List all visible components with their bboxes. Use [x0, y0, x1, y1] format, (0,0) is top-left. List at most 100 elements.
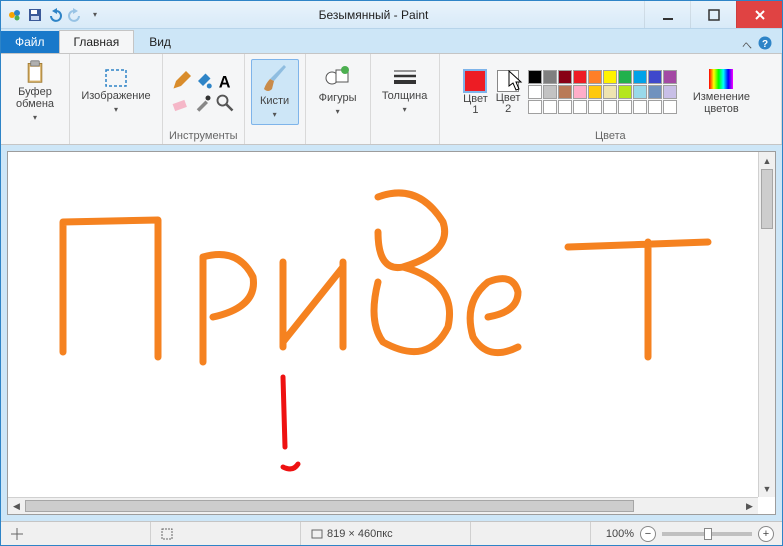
paint-window: ▾ Безымянный - Paint Файл Главная Вид へ …	[0, 0, 783, 546]
canvas-area: ▲ ▼ ◀ ▶	[1, 145, 782, 521]
palette-swatch[interactable]	[633, 70, 647, 84]
palette-swatch[interactable]	[588, 70, 602, 84]
scroll-down-icon[interactable]: ▼	[759, 480, 775, 497]
slider-knob[interactable]	[704, 528, 712, 540]
palette-swatch[interactable]	[603, 85, 617, 99]
group-clipboard: Буфер обмена ▾	[1, 54, 70, 144]
palette-swatch[interactable]	[603, 100, 617, 114]
palette-swatch[interactable]	[663, 85, 677, 99]
color1-button[interactable]: Цвет 1	[463, 69, 488, 116]
color2-button[interactable]: Цвет 2	[496, 70, 521, 115]
redo-icon[interactable]	[67, 7, 83, 23]
group-brushes: Кисти ▾	[245, 54, 306, 144]
chevron-down-icon: ▾	[336, 106, 340, 118]
color-picker-icon[interactable]	[193, 93, 213, 113]
colors-group-label: Цвета	[446, 128, 775, 144]
palette-swatch[interactable]	[618, 100, 632, 114]
qat-dropdown-icon[interactable]: ▾	[87, 7, 103, 23]
palette-swatch[interactable]	[663, 70, 677, 84]
collapse-ribbon-icon[interactable]: へ	[742, 37, 752, 52]
minimize-button[interactable]	[644, 1, 690, 28]
eraser-icon[interactable]	[171, 93, 191, 113]
color-palette	[528, 70, 677, 114]
scroll-up-icon[interactable]: ▲	[759, 152, 775, 169]
scroll-thumb[interactable]	[761, 169, 773, 229]
size-label: Толщина	[382, 90, 428, 102]
horizontal-scrollbar[interactable]: ◀ ▶	[8, 497, 758, 514]
maximize-button[interactable]	[690, 1, 736, 28]
scroll-right-icon[interactable]: ▶	[741, 498, 758, 514]
palette-swatch[interactable]	[633, 85, 647, 99]
zoom-slider[interactable]	[662, 532, 752, 536]
fill-icon[interactable]	[193, 71, 213, 91]
edit-colors-button[interactable]: Изменение цветов	[685, 59, 757, 125]
group-shapes: Фигуры ▾	[306, 54, 371, 144]
chevron-down-icon: ▾	[33, 112, 37, 124]
palette-swatch[interactable]	[648, 85, 662, 99]
color2-swatch	[497, 70, 519, 92]
close-button[interactable]	[736, 1, 782, 28]
palette-swatch[interactable]	[633, 100, 647, 114]
palette-swatch[interactable]	[528, 85, 542, 99]
palette-swatch[interactable]	[648, 70, 662, 84]
chevron-down-icon: ▾	[273, 109, 277, 121]
user-drawing	[8, 152, 748, 482]
statusbar: 819 × 460пкс 100% − +	[1, 521, 782, 545]
paste-button[interactable]: Буфер обмена ▾	[7, 59, 63, 125]
app-icon	[7, 7, 23, 23]
palette-swatch[interactable]	[558, 70, 572, 84]
palette-swatch[interactable]	[558, 100, 572, 114]
palette-swatch[interactable]	[558, 85, 572, 99]
text-icon[interactable]: A	[215, 71, 235, 91]
save-icon[interactable]	[27, 7, 43, 23]
color1-label: Цвет 1	[463, 94, 488, 116]
palette-swatch[interactable]	[528, 100, 542, 114]
palette-swatch[interactable]	[573, 70, 587, 84]
undo-icon[interactable]	[47, 7, 63, 23]
window-title: Безымянный - Paint	[103, 8, 644, 22]
svg-text:A: A	[219, 73, 231, 91]
chevron-down-icon: ▾	[403, 104, 407, 116]
palette-swatch[interactable]	[618, 85, 632, 99]
zoom-out-button[interactable]: −	[640, 526, 656, 542]
palette-swatch[interactable]	[543, 100, 557, 114]
scroll-thumb[interactable]	[25, 500, 634, 512]
tab-view[interactable]: Вид	[134, 30, 186, 53]
palette-swatch[interactable]	[588, 85, 602, 99]
palette-swatch[interactable]	[648, 100, 662, 114]
ribbon: Буфер обмена ▾ Изображение ▾	[1, 53, 782, 145]
shapes-button[interactable]: Фигуры ▾	[312, 59, 364, 125]
brushes-label: Кисти	[260, 95, 289, 107]
group-image: Изображение ▾	[70, 54, 163, 144]
help-icon[interactable]: ?	[758, 36, 772, 53]
brushes-button[interactable]: Кисти ▾	[251, 59, 299, 125]
status-dimensions: 819 × 460пкс	[301, 522, 471, 545]
svg-text:?: ?	[762, 39, 768, 50]
tab-home[interactable]: Главная	[59, 30, 135, 53]
palette-swatch[interactable]	[588, 100, 602, 114]
paste-label: Буфер обмена	[16, 86, 54, 110]
palette-swatch[interactable]	[618, 70, 632, 84]
pencil-icon[interactable]	[171, 71, 191, 91]
chevron-down-icon: ▾	[114, 104, 118, 116]
dimensions-label: 819 × 460пкс	[327, 528, 393, 540]
quick-access-toolbar: ▾	[1, 7, 103, 23]
palette-swatch[interactable]	[528, 70, 542, 84]
size-button[interactable]: Толщина ▾	[377, 59, 433, 125]
palette-swatch[interactable]	[663, 100, 677, 114]
titlebar: ▾ Безымянный - Paint	[1, 1, 782, 29]
palette-swatch[interactable]	[543, 85, 557, 99]
select-button[interactable]: Изображение ▾	[76, 59, 156, 125]
magnifier-icon[interactable]	[215, 93, 235, 113]
status-filesize	[471, 522, 591, 545]
palette-swatch[interactable]	[543, 70, 557, 84]
palette-swatch[interactable]	[573, 100, 587, 114]
vertical-scrollbar[interactable]: ▲ ▼	[758, 152, 775, 497]
scroll-left-icon[interactable]: ◀	[8, 498, 25, 514]
palette-swatch[interactable]	[573, 85, 587, 99]
tab-file[interactable]: Файл	[1, 31, 59, 53]
palette-swatch[interactable]	[603, 70, 617, 84]
canvas[interactable]: ▲ ▼ ◀ ▶	[7, 151, 776, 515]
zoom-in-button[interactable]: +	[758, 526, 774, 542]
shapes-label: Фигуры	[319, 92, 357, 104]
